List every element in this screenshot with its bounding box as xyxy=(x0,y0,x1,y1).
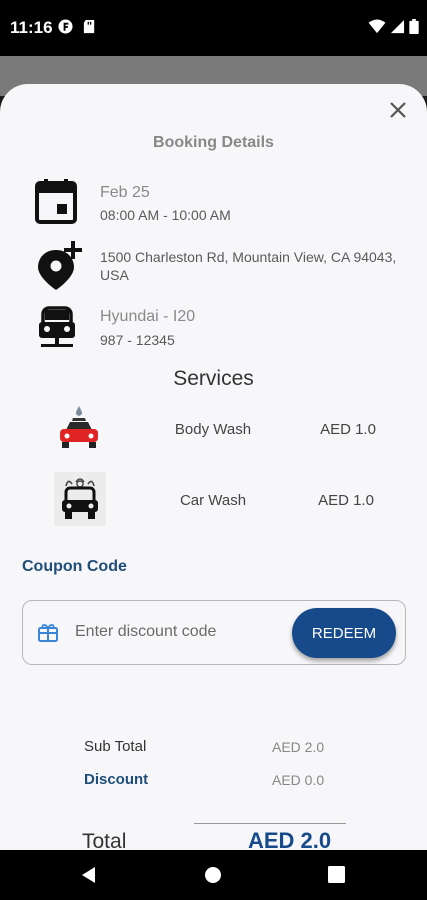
discount-value: AED 0.0 xyxy=(272,772,325,788)
sheet-title: Booking Details xyxy=(153,134,274,151)
back-icon[interactable] xyxy=(80,866,98,884)
service-name: Car Wash xyxy=(179,492,247,509)
services-title: Services xyxy=(173,367,254,390)
navigation-bar xyxy=(0,850,427,900)
booking-details-sheet: Booking Details Feb 25 08:00 AM - 10:00 … xyxy=(0,84,427,850)
sd-card-icon xyxy=(83,19,95,34)
service-price: AED 1.0 xyxy=(318,492,374,509)
coupon-code-label: Coupon Code xyxy=(22,558,127,575)
booking-date: Feb 25 xyxy=(100,184,150,201)
vehicle-plate: 987 - 12345 xyxy=(100,332,175,348)
recents-icon[interactable] xyxy=(328,866,345,883)
close-icon[interactable] xyxy=(386,98,410,122)
coupon-field: REDEEM xyxy=(22,600,406,665)
redeem-button[interactable]: REDEEM xyxy=(292,608,396,658)
vehicle-model: Hyundai - I20 xyxy=(100,308,196,325)
subtotal-value: AED 2.0 xyxy=(272,739,325,755)
status-time: 11:16 xyxy=(10,18,53,37)
discount-label: Discount xyxy=(84,771,149,788)
total-value: AED 2.0 xyxy=(248,828,332,850)
status-bar: 11:16 xyxy=(0,0,427,56)
total-divider xyxy=(194,823,346,824)
app-notification-icon xyxy=(58,19,73,34)
total-label: Total xyxy=(82,830,127,850)
service-price: AED 1.0 xyxy=(320,421,376,438)
battery-icon xyxy=(409,19,419,34)
service-name: Body Wash xyxy=(174,421,252,438)
signal-icon xyxy=(390,19,405,34)
gift-icon xyxy=(38,624,58,642)
booking-address: 1500 Charleston Rd, Mountain View, CA 94… xyxy=(100,249,397,283)
booking-time-range: 08:00 AM - 10:00 AM xyxy=(100,207,231,223)
car-icon xyxy=(39,306,75,347)
calendar-icon xyxy=(35,179,77,224)
discount-code-input[interactable] xyxy=(75,619,275,645)
wifi-icon xyxy=(368,19,386,34)
subtotal-label: Sub Total xyxy=(84,738,147,755)
body-wash-icon xyxy=(60,406,98,448)
car-wash-icon xyxy=(54,472,106,526)
home-icon[interactable] xyxy=(204,866,222,884)
add-location-icon xyxy=(38,241,82,290)
